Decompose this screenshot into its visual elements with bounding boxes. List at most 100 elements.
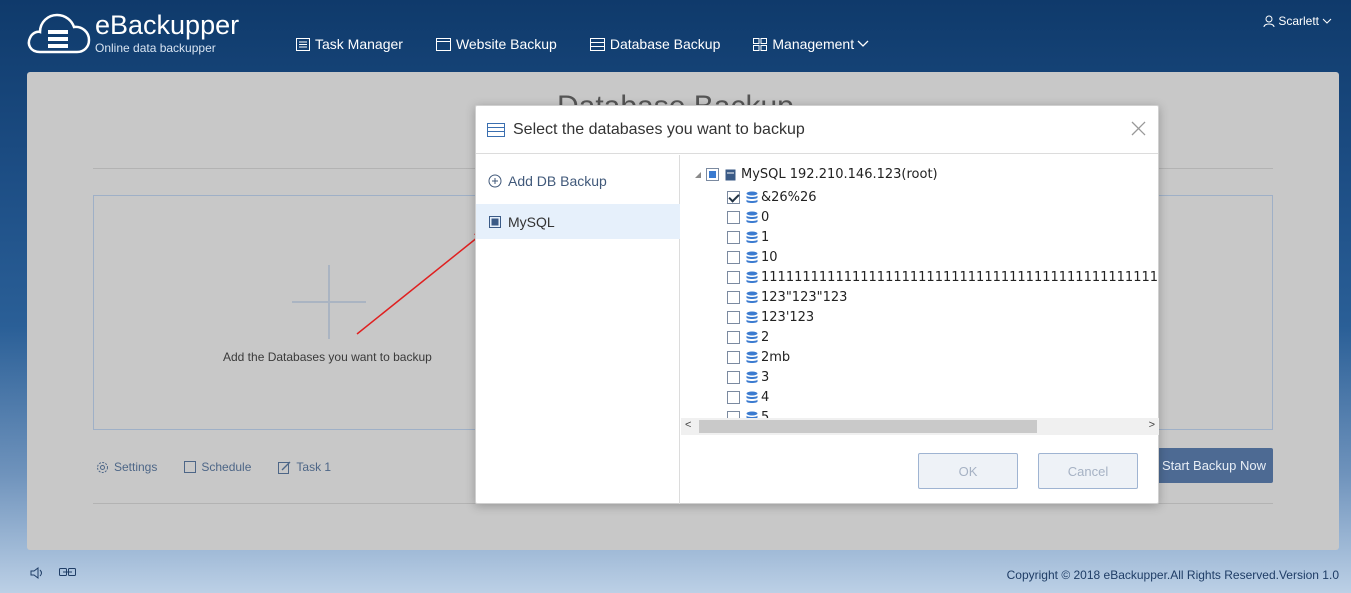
gear-icon	[97, 461, 108, 473]
user-name: Scarlett	[1278, 14, 1319, 28]
user-menu[interactable]: Scarlett	[1263, 14, 1332, 28]
root-label: MySQL 192.210.146.123(root)	[741, 167, 938, 182]
db-stack-icon	[746, 311, 758, 323]
database-tree: MySQL 192.210.146.123(root) &26%26 0 1 10 11…	[681, 155, 1159, 419]
app-logo[interactable]: eBackupper Online data backupper	[26, 10, 239, 56]
website-icon	[435, 37, 451, 51]
dialog-title: Select the databases you want to backup	[513, 120, 805, 138]
plus-circle-icon	[488, 174, 502, 188]
database-row[interactable]: 10	[727, 247, 1159, 267]
database-name: 0	[761, 209, 770, 225]
nav-website-backup-label: Website Backup	[455, 36, 557, 52]
tree-root: MySQL 192.210.146.123(root)	[693, 167, 938, 182]
db-stack-icon	[746, 271, 758, 283]
database-icon	[589, 37, 605, 51]
database-row[interactable]: 1111111111111111111111111111111111111111…	[727, 267, 1159, 287]
database-checkbox[interactable]	[727, 310, 740, 324]
db-source-mysql[interactable]: MySQL	[476, 204, 680, 239]
db-source-list: Add DB Backup MySQL	[476, 155, 680, 504]
database-name: 3	[761, 369, 770, 385]
db-stack-icon	[746, 231, 758, 243]
database-row[interactable]: 2mb	[727, 347, 1159, 367]
settings-label: Settings	[114, 460, 158, 474]
close-icon[interactable]	[1131, 121, 1146, 136]
database-row[interactable]: 4	[727, 387, 1159, 407]
dialog-header: Select the databases you want to backup	[476, 106, 1158, 154]
database-name: 10	[761, 249, 778, 265]
cancel-button[interactable]: Cancel	[1038, 453, 1138, 489]
database-checkbox[interactable]	[727, 210, 740, 224]
nav-task-manager-label: Task Manager	[315, 36, 403, 52]
app-title: eBackupper	[95, 10, 240, 40]
database-checkbox[interactable]	[727, 230, 740, 244]
task-name-label: Task 1	[296, 460, 332, 474]
chevron-down-icon	[857, 40, 869, 47]
database-checkbox[interactable]	[727, 270, 740, 284]
start-backup-button[interactable]: Start Backup Now	[1155, 448, 1273, 483]
db-stack-icon	[746, 191, 758, 203]
database-row[interactable]: 3	[727, 367, 1159, 387]
scrollbar-thumb[interactable]	[699, 420, 1037, 433]
scroll-right-icon[interactable]: >	[1149, 419, 1155, 431]
link-icon[interactable]	[59, 567, 76, 577]
nav-database-backup-label: Database Backup	[609, 36, 721, 52]
database-name: &26%26	[761, 189, 817, 205]
database-checkbox[interactable]	[727, 330, 740, 344]
horizontal-scrollbar[interactable]: < >	[681, 418, 1159, 435]
nav-management-label: Management	[772, 36, 855, 52]
tree-collapse-icon[interactable]	[693, 170, 703, 180]
add-db-backup-button[interactable]: Add DB Backup	[488, 173, 607, 189]
database-name: 2	[761, 329, 770, 345]
db-stack-icon	[746, 371, 758, 383]
database-row[interactable]: 123"123"123	[727, 287, 1159, 307]
database-name: 123'123	[761, 309, 815, 325]
speaker-icon[interactable]	[30, 567, 45, 579]
select-databases-dialog: Select the databases you want to backup …	[475, 105, 1159, 504]
database-name: 1111111111111111111111111111111111111111…	[761, 269, 1159, 285]
footer-icons	[30, 567, 76, 579]
main-nav: Task Manager Website Backup Database Bac…	[296, 36, 874, 52]
nav-task-manager[interactable]: Task Manager	[296, 36, 403, 52]
root-checkbox[interactable]	[706, 168, 719, 181]
database-name: 123"123"123	[761, 289, 848, 305]
cloud-logo-icon	[27, 13, 91, 54]
database-row[interactable]: 1	[727, 227, 1159, 247]
scroll-left-icon[interactable]: <	[685, 419, 691, 431]
db-stack-icon	[746, 291, 758, 303]
nav-management[interactable]: Management	[753, 36, 874, 52]
database-row[interactable]: 123'123	[727, 307, 1159, 327]
database-row[interactable]: 2	[727, 327, 1159, 347]
settings-button[interactable]: Settings	[96, 460, 157, 474]
schedule-label: Schedule	[201, 460, 252, 474]
database-name: 4	[761, 389, 770, 405]
database-checkbox[interactable]	[727, 250, 740, 264]
schedule-button[interactable]: Schedule	[184, 460, 251, 474]
copyright: Copyright © 2018 eBackupper.All Rights R…	[1006, 568, 1339, 582]
task-manager-icon	[296, 37, 310, 51]
plus-icon-vertical	[328, 265, 330, 339]
task-options-bar: Settings Schedule Task 1	[96, 460, 331, 474]
edit-icon	[278, 461, 291, 474]
app-subtitle: Online data backupper	[95, 41, 216, 55]
database-checkbox[interactable]	[727, 350, 740, 364]
database-checkbox[interactable]	[727, 190, 740, 204]
database-checkbox[interactable]	[727, 290, 740, 304]
database-name: 1	[761, 229, 770, 245]
ok-button[interactable]: OK	[918, 453, 1018, 489]
task-name-button[interactable]: Task 1	[278, 460, 331, 474]
db-stack-icon	[746, 211, 758, 223]
database-list: &26%26 0 1 10 111111111111111111111111111111…	[727, 187, 1159, 419]
database-row[interactable]: 0	[727, 207, 1159, 227]
db-source-label: MySQL	[508, 213, 555, 230]
database-checkbox[interactable]	[727, 370, 740, 384]
nav-website-backup[interactable]: Website Backup	[435, 36, 557, 52]
dropzone-label: Add the Databases you want to backup	[223, 350, 432, 364]
nav-database-backup[interactable]: Database Backup	[589, 36, 721, 52]
server-icon	[489, 215, 501, 228]
database-row[interactable]: &26%26	[727, 187, 1159, 207]
db-stack-icon	[746, 331, 758, 343]
db-stack-icon	[746, 351, 758, 363]
db-stack-icon	[746, 251, 758, 263]
database-checkbox[interactable]	[727, 390, 740, 404]
user-icon	[1263, 15, 1275, 27]
